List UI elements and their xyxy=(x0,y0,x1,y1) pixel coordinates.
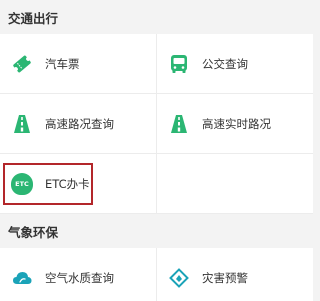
disaster-warning-item[interactable]: 灾害预警 xyxy=(157,248,313,301)
bus-ticket-label: 汽车票 xyxy=(45,56,80,71)
etc-icon: ETC xyxy=(11,172,33,195)
highway-realtime-label: 高速实时路况 xyxy=(202,116,271,131)
empty-cell xyxy=(157,154,313,214)
highway-realtime-item[interactable]: 高速实时路况 xyxy=(157,94,313,154)
bus-icon xyxy=(168,53,190,75)
section-weather: 气象环保 空气水质查询 灾害预警 xyxy=(0,214,313,301)
transport-grid: 汽车票 公交查询 高速路况查询 高速实时路况 ETC ETC办卡 xyxy=(0,34,313,214)
cloud-icon xyxy=(11,267,33,289)
highway-icon xyxy=(11,113,33,135)
etc-icon-text: ETC xyxy=(11,172,33,195)
bus-query-label: 公交查询 xyxy=(202,56,248,71)
section-transport: 交通出行 汽车票 公交查询 高速路况查询 高速实时路况 ETC ETC办卡 xyxy=(0,0,313,214)
etc-card-item[interactable]: ETC ETC办卡 xyxy=(0,154,157,214)
highway-condition-query-label: 高速路况查询 xyxy=(45,116,114,131)
bus-query-item[interactable]: 公交查询 xyxy=(157,34,313,94)
ticket-icon xyxy=(11,53,33,75)
air-water-quality-label: 空气水质查询 xyxy=(45,270,114,285)
section-title-weather: 气象环保 xyxy=(0,214,313,248)
air-water-quality-item[interactable]: 空气水质查询 xyxy=(0,248,157,301)
highway-condition-query-item[interactable]: 高速路况查询 xyxy=(0,94,157,154)
disaster-warning-label: 灾害预警 xyxy=(202,270,248,285)
weather-grid: 空气水质查询 灾害预警 xyxy=(0,248,313,301)
section-title-transport: 交通出行 xyxy=(0,0,313,34)
warning-diamond-icon xyxy=(168,267,190,289)
highway-icon xyxy=(168,113,190,135)
bus-ticket-item[interactable]: 汽车票 xyxy=(0,34,157,94)
etc-card-label: ETC办卡 xyxy=(45,176,90,191)
